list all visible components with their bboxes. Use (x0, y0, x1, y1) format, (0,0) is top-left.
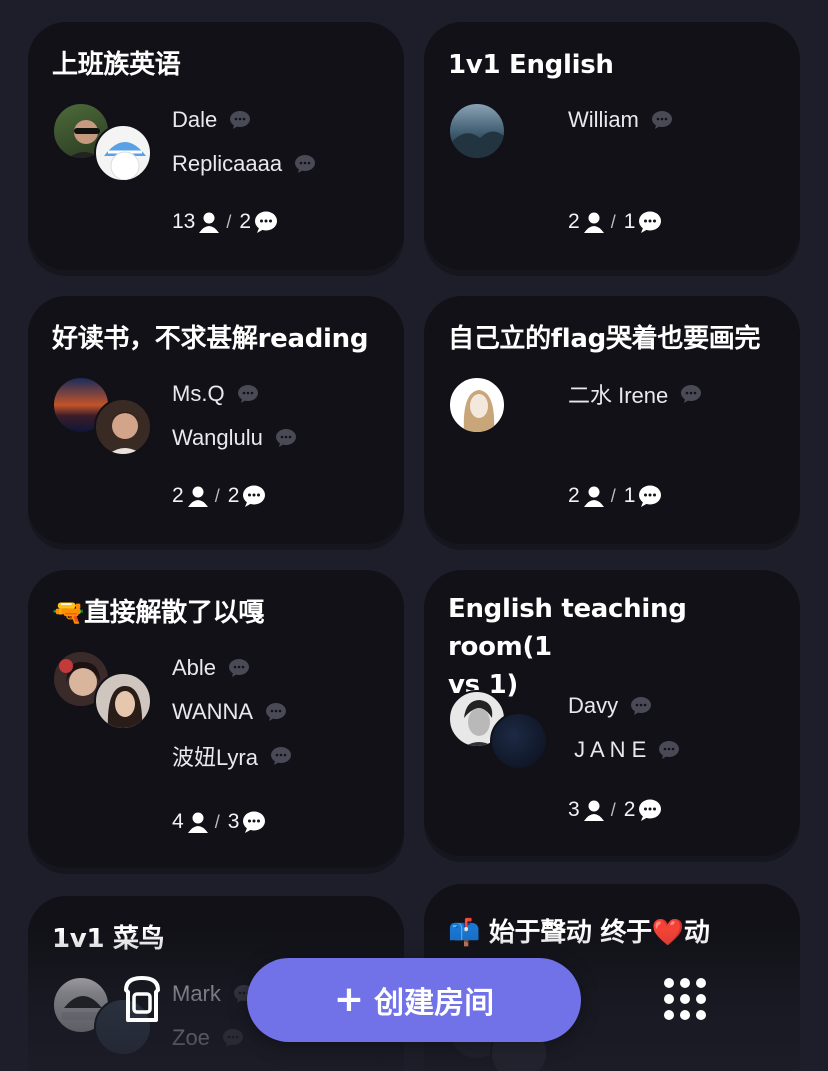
member-item: Zoe (172, 1016, 255, 1060)
chat-bubble-icon (243, 811, 266, 833)
chat-bubble-icon (266, 703, 287, 721)
stats-separator: / (226, 211, 232, 232)
create-room-button[interactable]: + 创建房间 (247, 958, 581, 1042)
room-card[interactable]: 好读书，不求甚解reading Ms.Q Wanglulu 2 / 2 (28, 296, 404, 544)
member-list: Able WANNA 波妞Lyra (172, 646, 292, 778)
stats-separator: / (610, 799, 616, 820)
member-item: William (568, 98, 673, 142)
person-icon (583, 486, 604, 507)
message-count: 2 (227, 484, 240, 507)
chat-bubble-icon (255, 211, 278, 233)
chat-bubble-icon (229, 659, 250, 677)
avatar (94, 398, 152, 456)
message-count: 1 (623, 210, 636, 233)
room-title: 好读书，不求甚解reading (52, 324, 369, 354)
avatar-group (52, 102, 162, 192)
avatar (490, 712, 548, 770)
room-stats: 2 / 1 (568, 210, 662, 234)
avatar-group (448, 376, 558, 466)
message-count: 3 (227, 810, 240, 833)
stats-separator: / (214, 485, 220, 506)
room-title: 上班族英语 (52, 50, 181, 80)
stats-separator: / (214, 811, 220, 832)
room-stats: 3 / 2 (568, 798, 662, 822)
toast-icon[interactable] (120, 974, 164, 1024)
stats-separator: / (610, 485, 616, 506)
chat-bubble-icon (681, 385, 702, 403)
chat-bubble-icon (639, 211, 662, 233)
member-item: Mark (172, 972, 255, 1016)
chat-bubble-icon (222, 1029, 243, 1047)
chat-bubble-icon (275, 429, 296, 447)
room-stats: 2 / 1 (568, 484, 662, 508)
member-item: Able (172, 646, 292, 690)
people-count: 2 (172, 484, 184, 507)
person-icon (199, 212, 220, 233)
people-count: 3 (568, 798, 580, 821)
member-list: 二水 Irene (568, 372, 702, 416)
avatar-group (52, 376, 162, 466)
member-list: Dale Replicaaaa (172, 98, 316, 186)
room-title: 1v1 菜鸟 (52, 924, 165, 954)
room-stats: 4 / 3 (172, 810, 266, 834)
member-item: Ms.Q (172, 372, 297, 416)
chat-bubble-icon (631, 697, 652, 715)
grid-dots-icon[interactable] (662, 976, 708, 1022)
avatar (94, 672, 152, 730)
room-title: 1v1 English (448, 50, 614, 80)
chat-bubble-icon (295, 155, 316, 173)
avatar-group (52, 650, 162, 740)
room-stats: 2 / 2 (172, 484, 266, 508)
avatar-group (448, 102, 558, 192)
member-item: Dale (172, 98, 316, 142)
chat-bubble-icon (230, 111, 251, 129)
member-item: WANNA (172, 690, 292, 734)
member-item: J A N E (568, 728, 680, 772)
chat-bubble-icon (639, 799, 662, 821)
avatar (448, 102, 506, 160)
member-item: 二水 Irene (568, 372, 702, 416)
chat-bubble-icon (659, 741, 680, 759)
chat-bubble-icon (270, 747, 291, 765)
member-list: Davy J A N E (568, 684, 680, 772)
chat-bubble-icon (237, 385, 258, 403)
member-item: Replicaaaa (172, 142, 316, 186)
member-item: 波妞Lyra (172, 734, 292, 778)
room-title: 自己立的flag哭着也要画完 (448, 324, 761, 354)
chat-bubble-icon (243, 485, 266, 507)
room-stats: 13 / 2 (172, 210, 278, 234)
chat-bubble-icon (651, 111, 672, 129)
stats-separator: / (610, 211, 616, 232)
member-item: Wanglulu (172, 416, 297, 460)
room-list-screen: 上班族英语 Dale Replicaaaa 13 / 2 1v1 English (0, 0, 828, 1071)
create-room-label: 创建房间 (374, 986, 495, 1021)
room-card[interactable]: 自己立的flag哭着也要画完 二水 Irene 2 / 1 (424, 296, 800, 544)
person-icon (187, 486, 208, 507)
message-count: 2 (239, 210, 252, 233)
plus-icon: + (333, 979, 365, 1020)
member-list: William (568, 98, 673, 142)
room-card[interactable]: 1v1 English William 2 / 1 (424, 22, 800, 270)
person-icon (583, 800, 604, 821)
room-card[interactable]: 上班族英语 Dale Replicaaaa 13 / 2 (28, 22, 404, 270)
member-list: Ms.Q Wanglulu (172, 372, 297, 460)
avatar (448, 376, 506, 434)
avatar (94, 124, 152, 182)
person-icon (187, 812, 208, 833)
member-list: Mark Zoe (172, 972, 255, 1060)
room-card[interactable]: English teaching room(1 vs 1) Davy J A N… (424, 570, 800, 856)
people-count: 13 (172, 210, 196, 233)
people-count: 4 (172, 810, 184, 833)
people-count: 2 (568, 210, 580, 233)
room-title: 📫 始于聲动 终于❤️动 (448, 918, 710, 948)
people-count: 2 (568, 484, 580, 507)
chat-bubble-icon (639, 485, 662, 507)
member-item: Davy (568, 684, 680, 728)
room-card[interactable]: 🔫直接解散了以嘎 Able WANNA 波妞Lyra 4 / 3 (28, 570, 404, 868)
message-count: 2 (623, 798, 636, 821)
avatar-group (448, 690, 558, 780)
message-count: 1 (623, 484, 636, 507)
room-title: 🔫直接解散了以嘎 (52, 598, 264, 628)
person-icon (583, 212, 604, 233)
